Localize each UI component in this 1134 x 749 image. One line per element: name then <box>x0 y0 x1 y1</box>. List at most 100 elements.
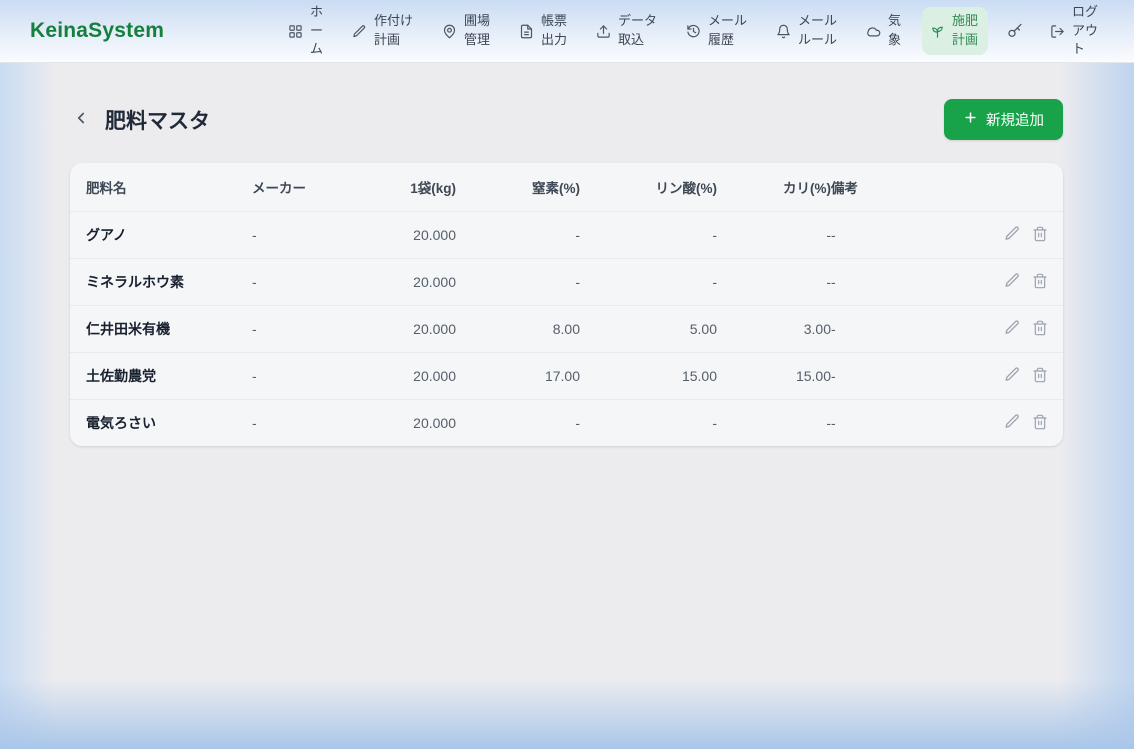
table-row: ミネラルホウ素 - 20.000 - - - - <box>70 259 1063 306</box>
edit-button[interactable] <box>1004 225 1021 245</box>
cell-maker: - <box>252 212 364 259</box>
cell-bag-kg: 20.000 <box>364 306 456 353</box>
delete-button[interactable] <box>1032 273 1048 292</box>
cell-fertilizer-name: グアノ <box>70 212 252 259</box>
nav-item-label: 気象 <box>888 12 903 50</box>
upload-icon <box>596 24 611 39</box>
delete-trash-icon <box>1032 273 1048 292</box>
cell-potassium: 3.00 <box>717 306 831 353</box>
cell-note: - <box>831 212 959 259</box>
col-header-actions <box>959 163 1063 212</box>
add-new-button[interactable]: 新規追加 <box>944 99 1063 140</box>
fertilizer-table-card: 肥料名 メーカー 1袋(kg) 窒素(%) リン酸(%) カリ(%) 備考 グア… <box>70 163 1063 446</box>
nav-item-password[interactable] <box>999 18 1031 44</box>
cell-bag-kg: 20.000 <box>364 259 456 306</box>
nav-item-home[interactable]: ホーム <box>280 0 333 64</box>
delete-button[interactable] <box>1032 367 1048 386</box>
nav-item-label: ログアウト <box>1072 3 1100 60</box>
edit-button[interactable] <box>1004 366 1021 386</box>
delete-trash-icon <box>1032 414 1048 433</box>
cell-bag-kg: 20.000 <box>364 400 456 447</box>
edit-button[interactable] <box>1004 413 1021 433</box>
row-actions <box>959 225 1048 245</box>
table-header-row: 肥料名 メーカー 1袋(kg) 窒素(%) リン酸(%) カリ(%) 備考 <box>70 163 1063 212</box>
col-header-note: 備考 <box>831 163 959 212</box>
cell-note: - <box>831 400 959 447</box>
edit-pencil-icon <box>1004 366 1021 386</box>
edit-pencil-icon <box>1004 272 1021 292</box>
delete-trash-icon <box>1032 226 1048 245</box>
nav-item-mail-history[interactable]: メール履歴 <box>678 7 757 55</box>
page-title: 肥料マスタ <box>105 105 210 135</box>
nav-item-weather[interactable]: 気象 <box>858 7 911 55</box>
nav-item-label: 圃場管理 <box>464 12 492 50</box>
cell-note: - <box>831 259 959 306</box>
cell-potassium: 15.00 <box>717 353 831 400</box>
document-icon <box>519 24 534 39</box>
cloud-icon <box>866 24 881 39</box>
map-pin-icon <box>442 24 457 39</box>
nav-item-label: メールルール <box>798 12 839 50</box>
cell-nitrogen: - <box>456 259 580 306</box>
cell-potassium: - <box>717 259 831 306</box>
main-nav: ホーム 作付け計画 圃場管理 帳票出力 データ取込 メール履歴 メールルール <box>280 0 1108 64</box>
delete-button[interactable] <box>1032 320 1048 339</box>
cell-nitrogen: - <box>456 400 580 447</box>
cell-note: - <box>831 306 959 353</box>
col-header-phosphate: リン酸(%) <box>580 163 717 212</box>
edit-button[interactable] <box>1004 319 1021 339</box>
nav-item-label: ホーム <box>310 3 325 60</box>
nav-item-planting-plan[interactable]: 作付け計画 <box>344 7 423 55</box>
cell-bag-kg: 20.000 <box>364 212 456 259</box>
delete-button[interactable] <box>1032 226 1048 245</box>
delete-trash-icon <box>1032 320 1048 339</box>
delete-trash-icon <box>1032 367 1048 386</box>
nav-item-logout[interactable]: ログアウト <box>1042 0 1108 64</box>
edit-button[interactable] <box>1004 272 1021 292</box>
add-new-button-label: 新規追加 <box>986 109 1044 130</box>
cell-potassium: - <box>717 212 831 259</box>
nav-item-field-management[interactable]: 圃場管理 <box>434 7 500 55</box>
cell-maker: - <box>252 306 364 353</box>
cell-fertilizer-name: 仁井田米有機 <box>70 306 252 353</box>
col-header-potassium: カリ(%) <box>717 163 831 212</box>
nav-item-report-output[interactable]: 帳票出力 <box>511 7 577 55</box>
main-content: 肥料マスタ 新規追加 肥料名 メーカー 1袋(kg) 窒素(%) リン酸(%) … <box>0 63 1134 446</box>
cell-maker: - <box>252 259 364 306</box>
cell-phosphate: 15.00 <box>580 353 717 400</box>
fertilizer-table: 肥料名 メーカー 1袋(kg) 窒素(%) リン酸(%) カリ(%) 備考 グア… <box>70 163 1063 446</box>
back-button[interactable] <box>70 107 92 132</box>
row-actions <box>959 319 1048 339</box>
col-header-bag-kg: 1袋(kg) <box>364 163 456 212</box>
brand-logo[interactable]: KeinaSystem <box>30 19 164 43</box>
nav-item-label: 作付け計画 <box>374 12 415 50</box>
edit-pencil-icon <box>1004 319 1021 339</box>
table-row: 電気ろさい - 20.000 - - - - <box>70 400 1063 447</box>
col-header-fertilizer-name: 肥料名 <box>70 163 252 212</box>
history-icon <box>686 24 701 39</box>
pencil-icon <box>352 24 367 39</box>
grid-icon <box>288 24 303 39</box>
chevron-left-icon <box>72 109 90 130</box>
cell-note: - <box>831 353 959 400</box>
bell-icon <box>776 24 791 39</box>
top-navigation-bar: KeinaSystem ホーム 作付け計画 圃場管理 帳票出力 データ取込 メー… <box>0 0 1134 63</box>
cell-maker: - <box>252 353 364 400</box>
nav-item-mail-rules[interactable]: メールルール <box>768 7 847 55</box>
cell-nitrogen: 8.00 <box>456 306 580 353</box>
nav-item-data-import[interactable]: データ取込 <box>588 7 667 55</box>
edit-pencil-icon <box>1004 225 1021 245</box>
nav-item-label: データ取込 <box>618 12 659 50</box>
nav-item-fertilization-plan[interactable]: 施肥計画 <box>922 7 988 55</box>
cell-fertilizer-name: 電気ろさい <box>70 400 252 447</box>
cell-maker: - <box>252 400 364 447</box>
cell-phosphate: 5.00 <box>580 306 717 353</box>
cell-fertilizer-name: ミネラルホウ素 <box>70 259 252 306</box>
table-row: グアノ - 20.000 - - - - <box>70 212 1063 259</box>
cell-phosphate: - <box>580 400 717 447</box>
delete-button[interactable] <box>1032 414 1048 433</box>
logout-icon <box>1050 24 1065 39</box>
cell-nitrogen: 17.00 <box>456 353 580 400</box>
row-actions <box>959 366 1048 386</box>
table-row: 仁井田米有機 - 20.000 8.00 5.00 3.00 - <box>70 306 1063 353</box>
